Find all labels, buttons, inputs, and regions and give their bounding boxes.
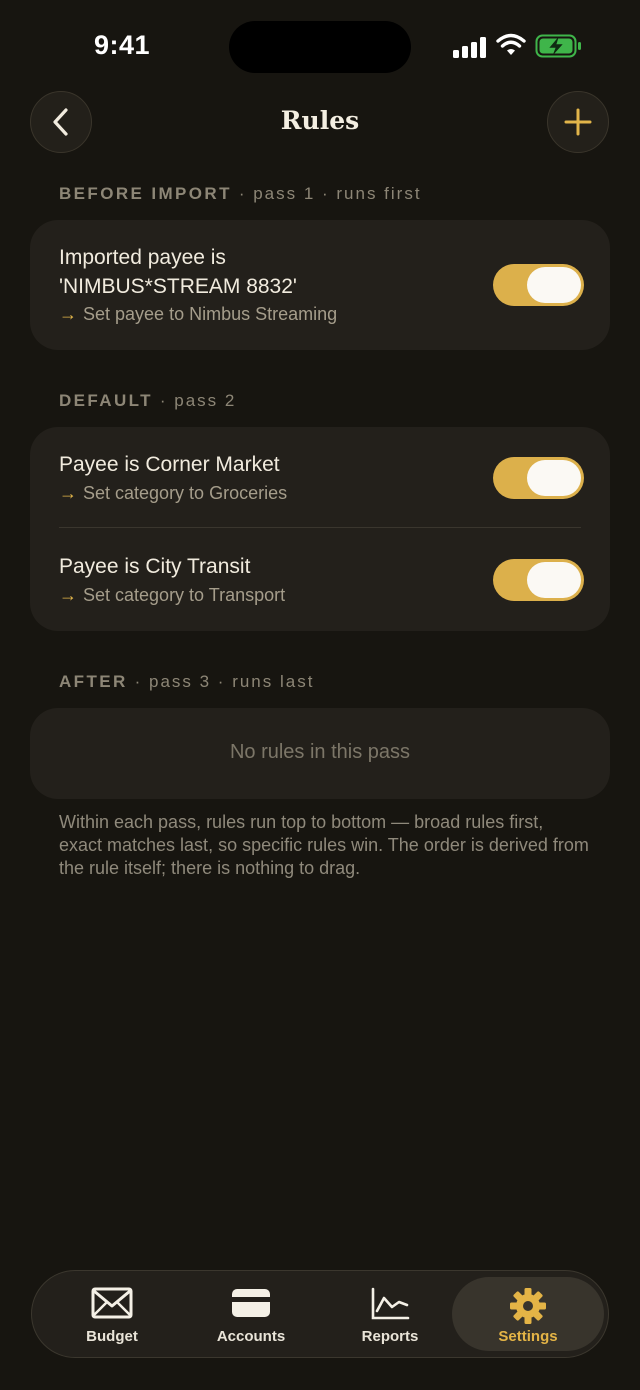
section-name: AFTER — [59, 672, 128, 691]
tab-settings[interactable]: Settings — [452, 1277, 604, 1351]
status-time: 9:41 — [94, 30, 151, 60]
tab-reports[interactable]: Reports — [321, 1271, 459, 1357]
rule-title-line: Imported payee is — [59, 246, 226, 269]
rule-enabled-toggle[interactable] — [493, 559, 584, 601]
rule-enabled-toggle[interactable] — [493, 457, 584, 499]
rule-enabled-toggle[interactable] — [493, 264, 584, 306]
rule-title: Payee is Corner Market — [59, 453, 280, 476]
divider — [59, 527, 581, 528]
status-bar: 9:41 — [0, 0, 640, 90]
rule-action: → Set payee to Nimbus Streaming — [59, 304, 337, 325]
page-title: Rules — [280, 106, 360, 135]
battery-charging-icon — [535, 34, 581, 58]
section-header-default: DEFAULT · pass 2 — [59, 391, 236, 411]
tab-label: Accounts — [216, 1328, 286, 1345]
tab-label: Reports — [361, 1328, 419, 1345]
wifi-icon — [496, 33, 526, 55]
tab-bar: Budget Accounts Reports Settings — [31, 1270, 609, 1358]
arrow-right-icon: → — [59, 483, 77, 503]
section-name: DEFAULT — [59, 391, 153, 410]
tab-accounts[interactable]: Accounts — [182, 1271, 320, 1357]
signal-icon — [453, 36, 487, 58]
rule-title: Payee is City Transit — [59, 555, 251, 578]
rule-action: → Set category to Transport — [59, 585, 285, 606]
rules-card-after: No rules in this pass — [30, 708, 610, 799]
envelope-icon — [91, 1287, 133, 1319]
rule-action-text: Set category to Groceries — [83, 483, 288, 503]
empty-state-text: No rules in this pass — [229, 741, 411, 763]
section-meta: · pass 2 — [159, 391, 237, 410]
tab-budget[interactable]: Budget — [43, 1271, 181, 1357]
rules-card-before-import: Imported payee is 'NIMBUS*STREAM 8832' →… — [30, 220, 610, 350]
tab-label: Settings — [498, 1328, 558, 1345]
gear-icon — [510, 1288, 546, 1324]
toggle-knob — [527, 562, 581, 598]
arrow-right-icon: → — [59, 304, 77, 324]
toggle-knob — [527, 460, 581, 496]
card-icon — [232, 1289, 270, 1317]
dynamic-island — [229, 21, 411, 73]
rule-action-text: Set payee to Nimbus Streaming — [83, 304, 338, 324]
add-rule-button[interactable] — [547, 91, 609, 153]
section-meta: · pass 1 · runs first — [238, 184, 422, 203]
section-header-before-import: BEFORE IMPORT · pass 1 · runs first — [59, 184, 422, 204]
rule-action: → Set category to Groceries — [59, 483, 287, 504]
rules-card-default: Payee is Corner Market → Set category to … — [30, 427, 610, 631]
tab-label: Budget — [86, 1328, 138, 1345]
rule-title-line: 'NIMBUS*STREAM 8832' — [59, 275, 297, 298]
arrow-right-icon: → — [59, 585, 77, 605]
rule-title: Imported payee is 'NIMBUS*STREAM 8832' — [59, 243, 297, 301]
section-name: BEFORE IMPORT — [59, 184, 232, 203]
section-header-after: AFTER · pass 3 · runs last — [59, 672, 314, 692]
rules-order-footnote: Within each pass, rules run top to botto… — [59, 812, 589, 878]
toggle-knob — [527, 267, 581, 303]
section-meta: · pass 3 · runs last — [134, 672, 315, 691]
rule-action-text: Set category to Transport — [83, 585, 286, 605]
plus-icon — [564, 108, 592, 136]
chart-icon — [371, 1287, 410, 1320]
